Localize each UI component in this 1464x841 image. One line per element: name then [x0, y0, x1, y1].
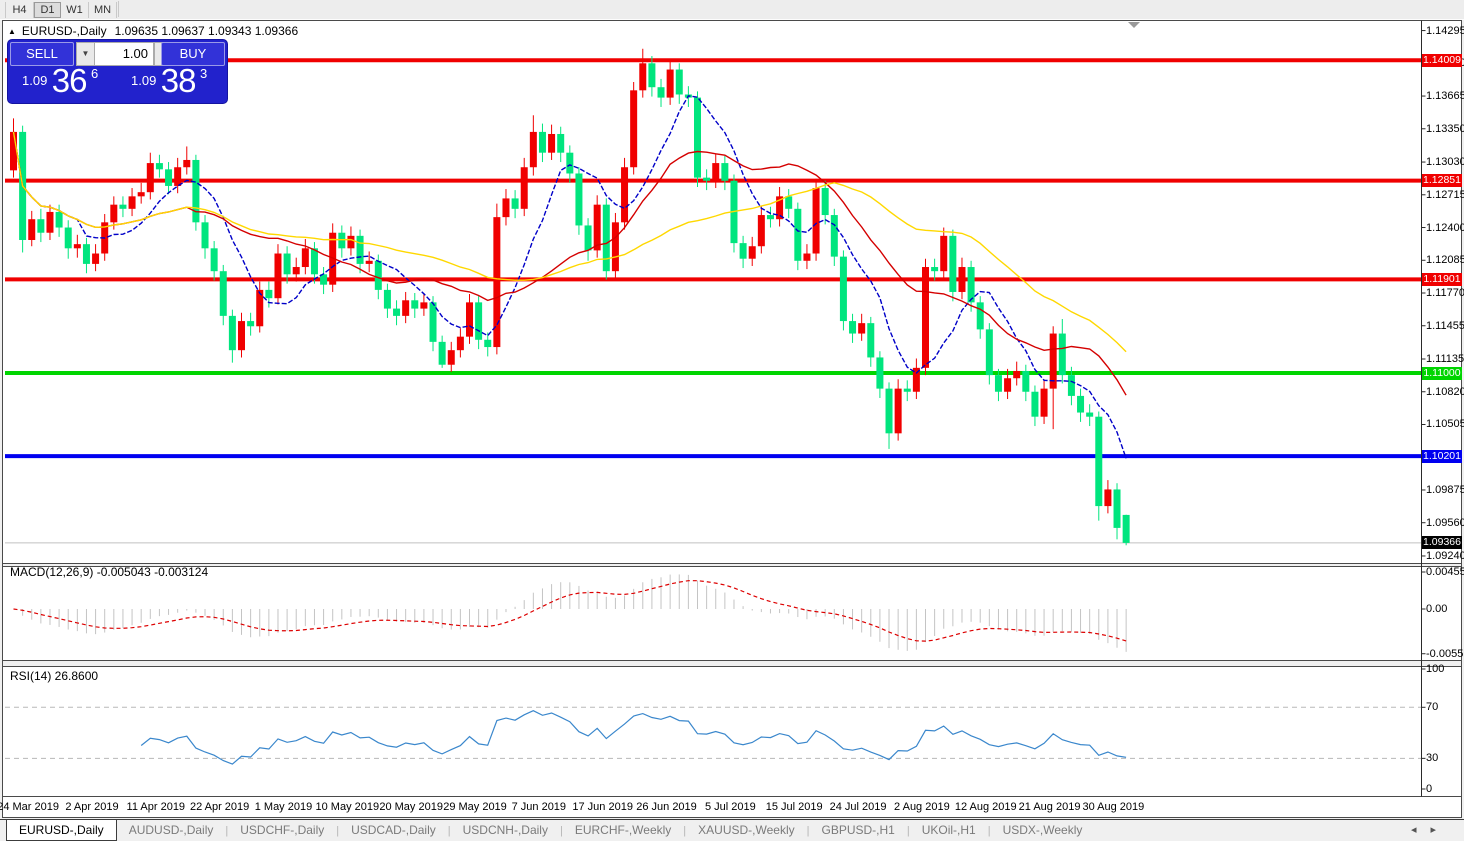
tab-ukoil-h1[interactable]: UKOil-,H1 — [910, 820, 988, 841]
tab-nav-arrows[interactable]: ◂▸ — [1411, 823, 1450, 836]
buy-price[interactable]: 1.09 38 3 — [119, 67, 225, 102]
mt4-window: H4D1W1MN ▲EURUSD-,Daily1.09635 1.09637 1… — [0, 0, 1464, 841]
level-price-tag: 1.11901 — [1422, 273, 1462, 286]
price-axis-label: 1.11770 — [1426, 287, 1464, 299]
price-axis-label: 1.09560 — [1426, 517, 1464, 529]
level-price-tag: 1.14009 — [1422, 54, 1462, 67]
date-axis-label: 20 May 2019 — [379, 801, 443, 813]
tab-audusd-daily[interactable]: AUDUSD-,Daily — [117, 820, 226, 841]
chart-ohlc-values: 1.09635 1.09637 1.09343 1.09366 — [115, 24, 299, 38]
date-axis-label: 1 May 2019 — [255, 801, 312, 813]
price-axis-label: 1.11455 — [1426, 320, 1464, 332]
date-axis-label: 24 Mar 2019 — [0, 801, 59, 813]
date-axis-label: 17 Jun 2019 — [572, 801, 633, 813]
date-axis-label: 12 Aug 2019 — [955, 801, 1017, 813]
rsi-label: RSI(14) 26.8600 — [10, 669, 98, 683]
chart-symbol-title: EURUSD-,Daily — [22, 24, 107, 38]
macd-axis-label: -0.0055 — [1426, 648, 1463, 660]
date-axis-label: 15 Jul 2019 — [766, 801, 823, 813]
date-axis-label: 22 Apr 2019 — [190, 801, 249, 813]
macd-label: MACD(12,26,9) -0.005043 -0.003124 — [10, 565, 208, 579]
price-axis-label: 1.13665 — [1426, 90, 1464, 102]
date-axis-label: 21 Aug 2019 — [1019, 801, 1081, 813]
price-axis-label: 1.14295 — [1426, 25, 1464, 37]
date-axis-label: 24 Jul 2019 — [830, 801, 887, 813]
one-click-trading-panel: SELL ▼ 1.00 ▲ BUY 1.09 36 6 1.09 38 3 — [8, 40, 227, 103]
level-price-tag: 1.11000 — [1422, 367, 1462, 380]
chart-window-frame — [3, 21, 1462, 818]
rsi-axis-label: 0 — [1426, 783, 1432, 795]
date-axis-label: 26 Jun 2019 — [636, 801, 697, 813]
price-axis-label: 1.12400 — [1426, 222, 1464, 234]
macd-axis-label: 0.00 — [1426, 603, 1447, 615]
chart-canvas[interactable] — [0, 0, 1464, 841]
price-axis-label: 1.10820 — [1426, 386, 1464, 398]
rsi-axis-label: 100 — [1426, 663, 1444, 675]
symbol-tab-bar: EURUSD-,DailyAUDUSD-,Daily|USDCHF-,Daily… — [0, 819, 1464, 841]
current-price-tag: 1.09366 — [1422, 536, 1462, 549]
price-axis-label: 1.11135 — [1426, 353, 1464, 365]
buy-price-pips: 38 — [161, 62, 196, 99]
panel-collapse-icon[interactable]: ▲ — [8, 27, 16, 36]
date-axis-label: 29 May 2019 — [443, 801, 507, 813]
sell-price-pips: 36 — [52, 62, 87, 99]
tab-eurusd-daily[interactable]: EURUSD-,Daily — [6, 820, 117, 841]
price-axis-label: 1.13350 — [1426, 123, 1464, 135]
date-axis-label: 30 Aug 2019 — [1082, 801, 1144, 813]
price-axis-label: 1.12715 — [1426, 189, 1464, 201]
date-axis-label: 2 Apr 2019 — [65, 801, 118, 813]
buy-price-figure: 1.09 — [131, 73, 156, 88]
rsi-axis-label: 30 — [1426, 752, 1438, 764]
date-axis-label: 10 May 2019 — [316, 801, 380, 813]
rsi-axis-label: 70 — [1426, 701, 1438, 713]
buy-price-point: 3 — [200, 66, 207, 81]
price-axis-label: 1.09875 — [1426, 484, 1464, 496]
sell-price-figure: 1.09 — [22, 73, 47, 88]
level-price-tag: 1.10201 — [1422, 450, 1462, 463]
price-axis-label: 1.12085 — [1426, 254, 1464, 266]
tab-usdcnh-daily[interactable]: USDCNH-,Daily — [451, 820, 560, 841]
tab-nav-left-icon[interactable]: ◂ — [1411, 824, 1431, 836]
sell-price-point: 6 — [91, 66, 98, 81]
tab-xauusd-weekly[interactable]: XAUUSD-,Weekly — [686, 820, 806, 841]
tab-gbpusd-h1[interactable]: GBPUSD-,H1 — [809, 820, 906, 841]
tab-nav-right-icon[interactable]: ▸ — [1430, 824, 1450, 836]
tab-usdx-weekly[interactable]: USDX-,Weekly — [991, 820, 1095, 841]
tab-eurchf-weekly[interactable]: EURCHF-,Weekly — [563, 820, 683, 841]
macd-axis-label: 0.00455 — [1426, 566, 1464, 578]
tab-usdchf-daily[interactable]: USDCHF-,Daily — [228, 820, 336, 841]
date-axis-label: 11 Apr 2019 — [127, 801, 186, 813]
price-axis-label: 1.13030 — [1426, 156, 1464, 168]
tab-usdcad-daily[interactable]: USDCAD-,Daily — [339, 820, 448, 841]
price-axis-label: 1.09240 — [1426, 550, 1464, 562]
level-price-tag: 1.12851 — [1422, 174, 1462, 187]
date-axis-label: 2 Aug 2019 — [894, 801, 950, 813]
date-axis-label: 7 Jun 2019 — [512, 801, 566, 813]
chart-title: ▲ EURUSD-,Daily 1.09635 1.09637 1.09343 1.… — [8, 24, 298, 38]
sell-price[interactable]: 1.09 36 6 — [10, 67, 116, 102]
price-axis-label: 1.10505 — [1426, 418, 1464, 430]
date-axis-label: 5 Jul 2019 — [705, 801, 756, 813]
